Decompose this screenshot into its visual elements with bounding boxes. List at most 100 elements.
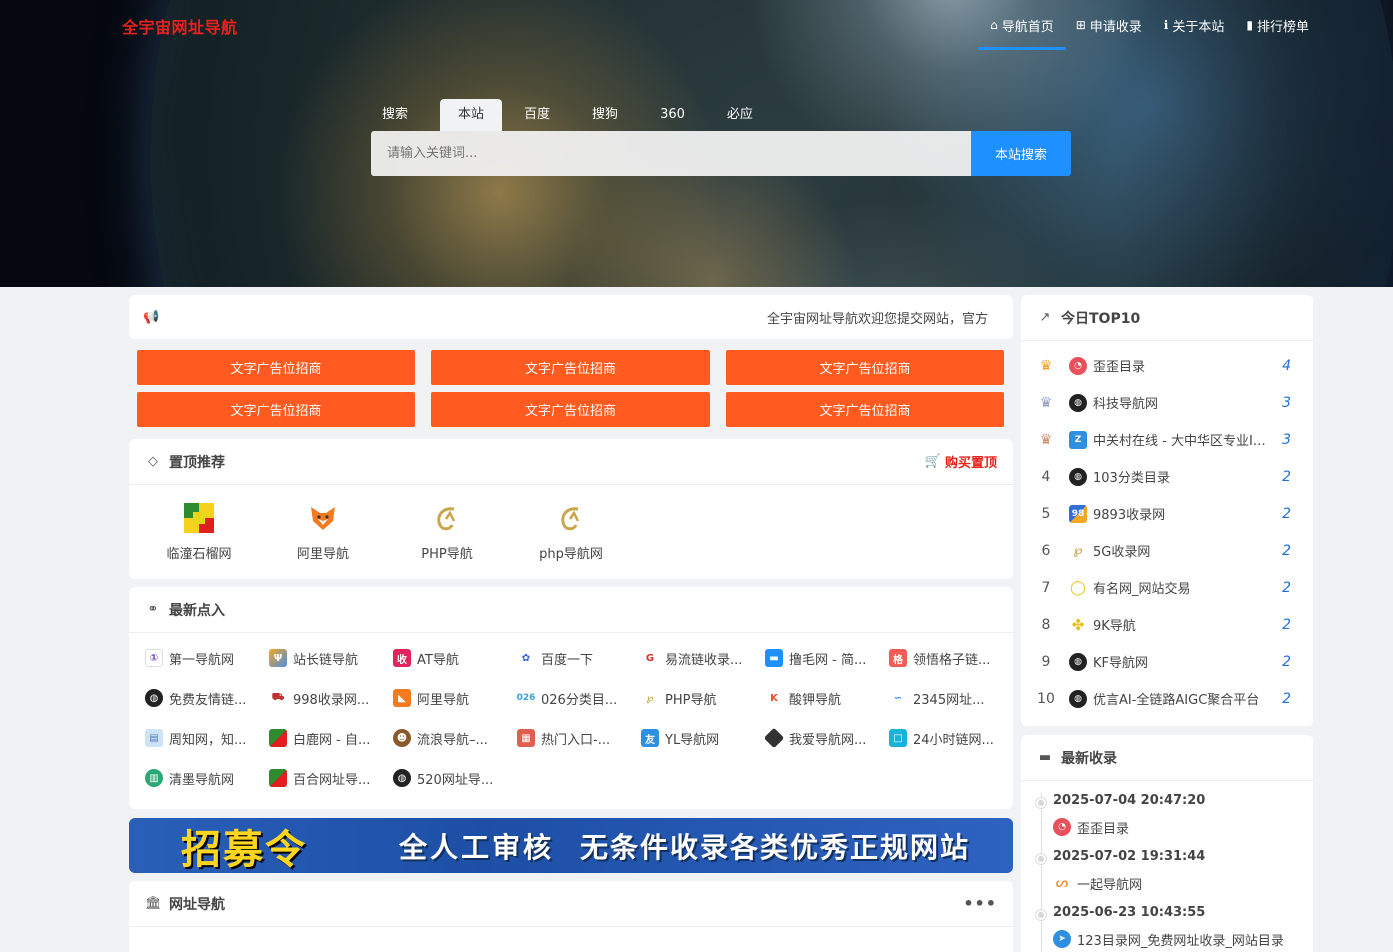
pinned-site[interactable]: 阿里导航	[261, 503, 385, 562]
site-link[interactable]: ◣ 阿里导航	[393, 687, 517, 709]
avatar-icon: ☻	[393, 729, 411, 747]
pinned-site[interactable]: PHP导航	[385, 503, 509, 562]
bank-icon: 🏛	[145, 896, 162, 911]
site-link[interactable]: ∽ 2345网址...	[889, 687, 1013, 709]
recruit-banner[interactable]: 招募令 全人工审核 无条件收录各类优秀正规网站	[129, 818, 1013, 873]
site-logo-icon: 友	[641, 729, 659, 747]
site-link[interactable]: ◍ 520网址导...	[393, 767, 517, 789]
recent-submissions-panel: ▬ 最新收录 2025-07-04 20:47:20 ◔ 歪歪目录 2025-0…	[1021, 735, 1313, 952]
rank-row[interactable]: ♛ ◔ 歪歪目录 4	[1021, 347, 1313, 384]
colored-blocks-icon	[269, 769, 287, 787]
site-link[interactable]: ◔ 歪歪目录	[1053, 813, 1313, 841]
site-link[interactable]: ⛟ 998收录网...	[269, 687, 393, 709]
site-logo-icon: Z	[1069, 430, 1087, 449]
search-button[interactable]: 本站搜索	[971, 131, 1071, 176]
site-logo-icon	[765, 727, 785, 749]
tab-this-site[interactable]: 本站	[440, 99, 503, 131]
text-ad[interactable]: 文字广告位招商	[431, 392, 710, 427]
pinned-site[interactable]: php导航网	[509, 503, 633, 562]
gold-swirl-icon	[556, 503, 586, 533]
site-logo-icon: □	[889, 729, 907, 747]
diamond-icon: ◇	[148, 454, 158, 469]
site-link[interactable]: ▦ 热门入口-...	[517, 727, 641, 749]
rank-row[interactable]: ♛ Z 中关村在线 - 大中华区专业IT网站 3	[1021, 421, 1313, 458]
rank-row[interactable]: 4 ◍ 103分类目录 2	[1021, 458, 1313, 495]
notice-bar: 📢 全宇宙网址导航欢迎您提交网站，官方	[129, 295, 1013, 339]
site-logo-icon: 收	[393, 649, 411, 667]
site-link[interactable]: 我爱导航网...	[765, 727, 889, 749]
panel-title: 最新收录	[1061, 750, 1117, 767]
colored-blocks-icon	[184, 503, 214, 533]
site-link[interactable]: 百合网址导...	[269, 767, 393, 789]
rank-row[interactable]: ♛ ◍ 科技导航网 3	[1021, 384, 1313, 421]
send-icon: ➤	[1053, 930, 1071, 948]
search-input[interactable]	[371, 131, 971, 176]
text-ad[interactable]: 文字广告位招商	[137, 350, 415, 385]
buy-pin-link[interactable]: 🛒 购买置顶	[925, 452, 997, 471]
nav-submit[interactable]: ⊞ 申请收录	[1076, 12, 1142, 38]
site-link[interactable]: ➤ 123目录网_免费网址收录_网站目录	[1053, 925, 1313, 952]
site-link[interactable]: 026 026分类目...	[517, 687, 641, 709]
site-link[interactable]: ▥ 清墨导航网	[145, 767, 269, 789]
tab-baidu[interactable]: 百度	[514, 99, 560, 131]
site-link[interactable]: K 酸钾导航	[765, 687, 889, 709]
nav-home[interactable]: ⌂ 导航首页	[978, 12, 1066, 50]
tab-sogou[interactable]: 搜狗	[582, 99, 628, 131]
site-link[interactable]: 收 AT导航	[393, 647, 517, 669]
home-icon: ⌂	[990, 18, 998, 32]
text-ad[interactable]: 文字广告位招商	[726, 350, 1004, 385]
pinned-site[interactable]: 临潼石榴网	[137, 503, 261, 562]
timestamp: 2025-06-23 10:43:55	[1053, 905, 1206, 920]
tab-bing[interactable]: 必应	[717, 99, 763, 131]
site-link[interactable]: ☻ 流浪导航–...	[393, 727, 517, 749]
tab-360[interactable]: 360	[650, 99, 695, 131]
nav-ranking[interactable]: ▮ 排行榜单	[1246, 12, 1309, 38]
bar-chart-icon: ▮	[1246, 18, 1253, 32]
rank-row[interactable]: 5 98 9893收录网 2	[1021, 495, 1313, 532]
site-logo-icon: ◔	[1053, 818, 1071, 836]
globe-icon: ◍	[1069, 689, 1087, 708]
more-icon[interactable]: •••	[963, 894, 997, 913]
site-link[interactable]: G 易流链收录...	[641, 647, 765, 669]
site-link[interactable]: Ψ 站长链导航	[269, 647, 393, 669]
text-ad[interactable]: 文字广告位招商	[726, 392, 1004, 427]
document-icon: ▤	[145, 729, 163, 747]
site-link[interactable]: ◍ 免费友情链...	[145, 687, 269, 709]
pinned-panel: ◇ 置顶推荐 🛒 购买置顶 临潼石榴网 阿里导航 PHP导航 php导航网	[129, 439, 1013, 579]
site-link[interactable]: ▬ 撸毛网 - 简...	[765, 647, 889, 669]
rank-row[interactable]: 10 ◍ 优言AI-全链路AIGC聚合平台 2	[1021, 680, 1313, 717]
site-link[interactable]: 白鹿网 - 自...	[269, 727, 393, 749]
search-engine-tabs: 搜索 本站 百度 搜狗 360 必应	[372, 99, 785, 131]
site-link[interactable]: ① 第一导航网	[145, 647, 269, 669]
nav-about[interactable]: ℹ 关于本站	[1164, 12, 1225, 38]
site-logo-icon: ▦	[517, 729, 535, 747]
rank-row[interactable]: 7 ◯ 有名网_网站交易 2	[1021, 569, 1313, 606]
rank-row[interactable]: 6 ℘ 5G收录网 2	[1021, 532, 1313, 569]
notice-text[interactable]: 全宇宙网址导航欢迎您提交网站，官方	[767, 308, 1005, 327]
site-link[interactable]: ℘ PHP导航	[641, 687, 765, 709]
text-ad[interactable]: 文字广告位招商	[137, 392, 415, 427]
tab-search[interactable]: 搜索	[372, 99, 418, 131]
site-logo-icon: 026	[517, 689, 535, 707]
gold-swirl-icon: ℘	[1069, 541, 1087, 560]
site-logo-icon: ᔕ	[1053, 874, 1071, 892]
text-ad[interactable]: 文字广告位招商	[431, 350, 710, 385]
site-link[interactable]: ᔕ 一起导航网	[1053, 869, 1313, 897]
site-logo-icon: 98	[1069, 504, 1087, 523]
bookmark-icon: ▬	[1038, 750, 1052, 765]
site-logo[interactable]: 全宇宙网址导航	[122, 14, 238, 38]
site-link[interactable]: 友 YL导航网	[641, 727, 765, 749]
site-link[interactable]: 格领悟格子链...	[889, 647, 1013, 669]
clover-icon: ✤	[1069, 615, 1087, 634]
search-box: 本站搜索	[371, 131, 1071, 176]
site-link[interactable]: □ 24小时链网...	[889, 727, 1013, 749]
latest-clicks-panel: ⚭ 最新点入 ① 第一导航网 Ψ 站长链导航 收 AT导航 ✿ 百度一下 G 易流链收录.…	[129, 587, 1013, 809]
site-logo-icon: ◔	[1069, 356, 1087, 375]
globe-icon: ◍	[145, 689, 163, 707]
site-link[interactable]: ▤ 周知网，知...	[145, 727, 269, 749]
globe-icon: ◍	[1069, 467, 1087, 486]
site-link[interactable]: ✿ 百度一下	[517, 647, 641, 669]
text-ad-grid: 文字广告位招商 文字广告位招商 文字广告位招商 文字广告位招商 文字广告位招商 …	[137, 350, 1004, 427]
rank-row[interactable]: 8 ✤ 9K导航 2	[1021, 606, 1313, 643]
rank-row[interactable]: 9 ◍ KF导航网 2	[1021, 643, 1313, 680]
